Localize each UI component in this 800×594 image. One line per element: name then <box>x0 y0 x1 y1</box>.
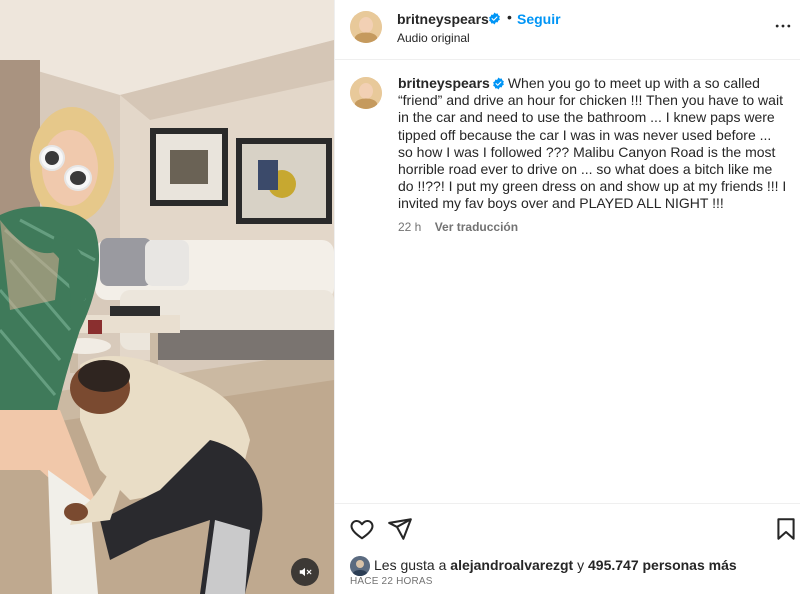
action-bar <box>335 503 800 553</box>
verified-badge-icon <box>492 77 504 90</box>
mute-toggle-button[interactable] <box>291 558 319 586</box>
speaker-muted-icon <box>299 567 312 577</box>
likes-count-link[interactable]: 495.747 personas más <box>588 557 737 573</box>
post-timestamp[interactable]: HACE 22 HORAS <box>350 576 433 587</box>
post-header: britneyspears • Seguir Audio original <box>335 0 800 60</box>
caption-body: When you go to meet up with a so called … <box>398 75 787 212</box>
likes-text: Les gusta a alejandroalvarezgt y 495.747… <box>374 557 737 573</box>
heart-icon[interactable] <box>349 516 375 542</box>
paper-plane-icon[interactable] <box>387 516 413 542</box>
liker-avatar[interactable] <box>350 556 370 576</box>
verified-badge-icon <box>489 12 500 25</box>
post-video[interactable] <box>0 0 334 594</box>
liker-username[interactable]: alejandroalvarezgt <box>450 557 573 573</box>
caption-time[interactable]: 22 h <box>398 220 421 234</box>
follow-button[interactable]: Seguir <box>517 11 561 27</box>
caption-text: britneyspears When you go to meet up with… <box>398 75 788 213</box>
caption-meta: 22 h Ver traducción <box>398 220 518 234</box>
avatar-image <box>350 556 370 576</box>
likes-summary: Les gusta a alejandroalvarezgt y 495.747… <box>350 556 790 576</box>
likes-prefix: Les gusta a <box>374 557 447 573</box>
audio-original-link[interactable]: Audio original <box>397 31 470 45</box>
author-avatar[interactable] <box>350 11 382 43</box>
bookmark-icon[interactable] <box>773 516 799 542</box>
post-details-panel: britneyspears • Seguir Audio original br… <box>334 0 800 594</box>
avatar-image <box>350 11 382 43</box>
likes-connector: y <box>577 557 585 573</box>
see-translation-link[interactable]: Ver traducción <box>435 220 518 234</box>
caption-avatar[interactable] <box>350 77 382 109</box>
avatar-image <box>350 77 382 109</box>
video-frame-illustration <box>0 0 334 594</box>
more-options-icon[interactable] <box>773 16 793 36</box>
header-separator: • <box>507 9 512 25</box>
author-username[interactable]: britneyspears <box>397 11 489 27</box>
caption-username[interactable]: britneyspears <box>398 75 490 91</box>
